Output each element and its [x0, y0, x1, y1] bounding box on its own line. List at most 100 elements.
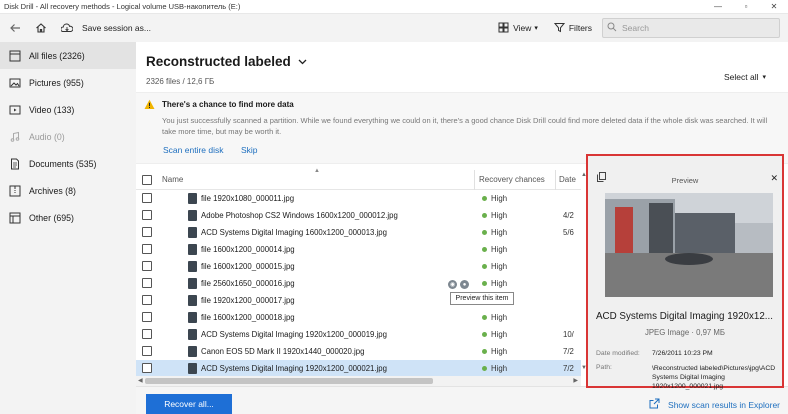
file-name: file 1920x1080_000011.jpg: [201, 194, 295, 203]
restore-button[interactable]: ▫: [732, 0, 760, 14]
row-checkbox[interactable]: [142, 210, 152, 220]
table-row[interactable]: file 1920x1200_000017.jpgHigh: [136, 292, 581, 309]
sidebar-item-other[interactable]: Other (695): [0, 204, 136, 231]
table-row[interactable]: ACD Systems Digital Imaging 1920x1200_00…: [136, 326, 581, 343]
file-name: Adobe Photoshop CS2 Windows 1600x1200_00…: [201, 211, 398, 220]
jpg-file-icon: [188, 295, 197, 306]
table-row[interactable]: file 1600x1200_000015.jpg High: [136, 258, 581, 275]
table-row[interactable]: file 1920x1080_000011.jpg High: [136, 190, 581, 207]
view-label: View: [513, 23, 532, 33]
row-checkbox[interactable]: [142, 346, 152, 356]
file-date: 7/2: [563, 364, 574, 373]
scroll-left-icon[interactable]: ◀: [138, 377, 143, 384]
jpg-file-icon: [188, 227, 197, 238]
eye-icon[interactable]: ◉: [448, 280, 457, 289]
preview-image: [605, 193, 773, 297]
file-name: ACD Systems Digital Imaging 1920x1200_00…: [201, 330, 387, 339]
recovery-chance: High: [491, 347, 508, 356]
close-icon[interactable]: ✕: [770, 173, 778, 184]
minimize-button[interactable]: —: [704, 0, 732, 14]
table-row[interactable]: Adobe Photoshop CS2 Windows 1600x1200_00…: [136, 207, 581, 224]
filters-button[interactable]: Filters: [553, 22, 592, 35]
table-row[interactable]: Canon EOS 5D Mark II 1920x1440_000020.jp…: [136, 343, 581, 360]
recovery-chance: High: [491, 228, 508, 237]
recover-row-icon[interactable]: ●: [460, 280, 469, 289]
recovery-chance: High: [491, 313, 508, 322]
high-chance-dot-icon: [482, 332, 487, 337]
preview-file-name: ACD Systems Digital Imaging 1920x12...: [596, 311, 773, 322]
warning-icon: [144, 99, 155, 110]
column-date[interactable]: Date: [559, 175, 576, 184]
sort-up-icon: ▲: [314, 168, 320, 174]
sidebar-item-video[interactable]: Video (133): [0, 96, 136, 123]
path-value: \Reconstructed labeled\Pictures\jpg\ACD …: [652, 365, 776, 390]
select-all-dropdown[interactable]: Select all ▾: [724, 72, 766, 82]
high-chance-dot-icon: [482, 349, 487, 354]
home-icon[interactable]: [30, 17, 52, 39]
music-icon: [8, 130, 22, 144]
arrow-left-icon[interactable]: [4, 17, 26, 39]
view-button[interactable]: View ▾: [498, 22, 538, 35]
scroll-right-icon[interactable]: ▶: [573, 377, 578, 384]
table-row[interactable]: ACD Systems Digital Imaging 1600x1200_00…: [136, 224, 581, 241]
row-checkbox[interactable]: [142, 312, 152, 322]
sidebar-item-files[interactable]: All files (2326): [0, 42, 136, 69]
file-name: ACD Systems Digital Imaging 1920x1200_00…: [201, 364, 387, 373]
page-title[interactable]: Reconstructed labeled: [146, 54, 307, 69]
skip-link[interactable]: Skip: [241, 145, 258, 155]
column-divider[interactable]: [555, 170, 556, 190]
save-session-icon[interactable]: [56, 17, 78, 39]
sidebar-item-document[interactable]: Documents (535): [0, 150, 136, 177]
chevron-down-icon: ▾: [534, 25, 538, 32]
row-checkbox[interactable]: [142, 261, 152, 271]
row-checkbox[interactable]: [142, 278, 152, 288]
row-checkbox[interactable]: [142, 295, 152, 305]
search-input[interactable]: [622, 23, 762, 33]
grid-icon: [498, 22, 509, 35]
row-checkbox[interactable]: [142, 244, 152, 254]
file-name: file 1600x1200_000015.jpg: [201, 262, 295, 271]
filter-icon: [553, 22, 565, 35]
show-in-explorer-label: Show scan results in Explorer: [668, 400, 780, 410]
sidebar-item-archive[interactable]: Archives (8): [0, 177, 136, 204]
jpg-file-icon: [188, 278, 197, 289]
sidebar-item-music[interactable]: Audio (0): [0, 123, 136, 150]
column-divider[interactable]: [474, 170, 475, 190]
scrollbar-thumb[interactable]: [145, 378, 433, 384]
column-name[interactable]: Name: [162, 175, 183, 184]
sidebar-item-label: Pictures (955): [29, 77, 84, 88]
file-date: 7/2: [563, 347, 574, 356]
search-icon: [607, 22, 617, 34]
column-recovery-chances[interactable]: Recovery chances: [479, 175, 545, 184]
row-checkbox[interactable]: [142, 193, 152, 203]
date-modified-label: Date modified:: [596, 350, 640, 357]
jpg-file-icon: [188, 312, 197, 323]
select-all-checkbox[interactable]: [142, 175, 152, 185]
date-modified-value: 7/26/2011 10:23 PM: [652, 350, 713, 357]
banner-title: There's a chance to find more data: [162, 100, 294, 109]
horizontal-scrollbar[interactable]: ◀ ▶: [136, 376, 581, 386]
table-row[interactable]: ACD Systems Digital Imaging 1920x1200_00…: [136, 360, 581, 377]
close-window-button[interactable]: ✕: [760, 0, 788, 14]
sidebar-item-label: Documents (535): [29, 158, 97, 169]
file-date: 5/6: [563, 228, 574, 237]
preview-panel: Preview ✕ ACD Systems Digital Imaging 19…: [586, 154, 784, 390]
recovery-chance: High: [491, 245, 508, 254]
scan-entire-disk-link[interactable]: Scan entire disk: [163, 145, 223, 155]
row-checkbox[interactable]: [142, 227, 152, 237]
recovery-chance: High: [491, 262, 508, 271]
row-checkbox[interactable]: [142, 363, 152, 373]
chevron-down-icon: [298, 57, 307, 67]
table-row[interactable]: file 1600x1200_000014.jpg High: [136, 241, 581, 258]
row-checkbox[interactable]: [142, 329, 152, 339]
files-summary: 2326 files / 12,6 ГБ: [146, 77, 215, 86]
table-row[interactable]: file 1600x1200_000018.jpg High: [136, 309, 581, 326]
file-name: file 1600x1200_000018.jpg: [201, 313, 295, 322]
save-session-button[interactable]: Save session as...: [82, 23, 151, 33]
table-row[interactable]: file 2560x1650_000016.jpg High: [136, 275, 581, 292]
recovery-chance: High: [491, 279, 508, 288]
recover-all-button[interactable]: Recover all...: [146, 394, 232, 414]
sidebar-item-picture[interactable]: Pictures (955): [0, 69, 136, 96]
search-box[interactable]: [602, 18, 780, 38]
show-in-explorer-link[interactable]: Show scan results in Explorer: [649, 398, 780, 412]
